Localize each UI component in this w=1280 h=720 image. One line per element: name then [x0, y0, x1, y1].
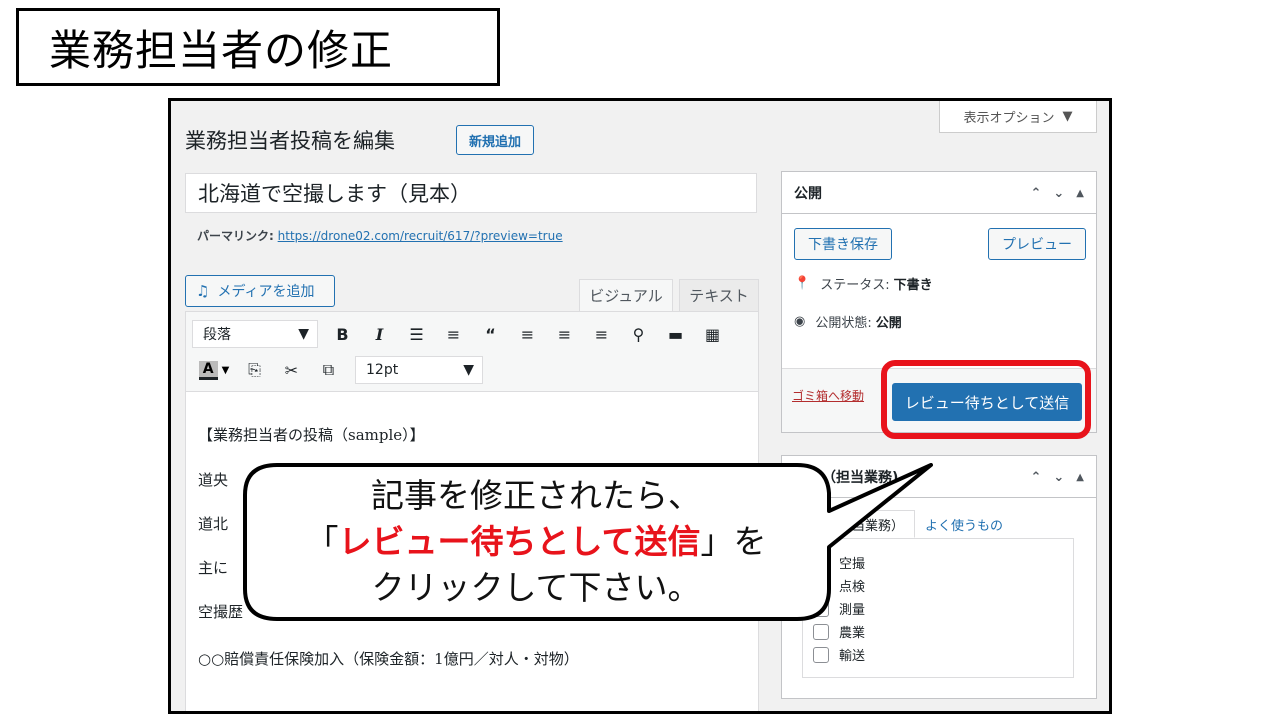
chevron-down-icon[interactable]: ⌄: [1053, 470, 1064, 485]
publish-box-controls: ⌃ ⌄ ▲: [1030, 172, 1084, 214]
add-media-label: メディアを追加: [217, 284, 315, 300]
tab-visual[interactable]: ビジュアル: [579, 279, 673, 312]
content-line: ○○賠償責任保険加入（保険金額：1億円／対人・対物）: [198, 650, 579, 668]
bold-icon[interactable]: B: [324, 320, 361, 348]
visibility-label: 公開状態:: [815, 316, 872, 331]
category-item[interactable]: 農業: [813, 622, 865, 641]
visibility-value: 公開: [875, 316, 902, 331]
collapse-triangle-icon[interactable]: ▲: [1076, 472, 1084, 483]
callout-line-1: 記事を修正されたら、: [371, 476, 701, 515]
cut-icon[interactable]: ✂: [273, 356, 310, 384]
bullet-list-icon[interactable]: ☰: [398, 320, 435, 348]
category-box-controls: ⌃ ⌄ ▲: [1030, 456, 1084, 498]
text-color-button[interactable]: A ▼: [192, 356, 236, 384]
content-line: 道央: [198, 471, 229, 489]
callout-bracket-open: 「: [305, 522, 339, 561]
content-line: 主に: [198, 559, 229, 577]
slide: 業務担当者の修正 表示オプション ▼ 業務担当者投稿を編集 新規追加 北海道で空…: [0, 0, 1280, 720]
chevron-down-icon[interactable]: ⌄: [1053, 186, 1064, 201]
callout-bracket-close: 」を: [700, 522, 767, 561]
page-title: 業務担当者投稿を編集: [185, 129, 395, 153]
paste-text-icon[interactable]: ⎘: [236, 356, 273, 384]
chevron-up-icon[interactable]: ⌃: [1030, 470, 1041, 485]
content-line: 【業務担当者の投稿（sample）】: [198, 426, 425, 444]
visibility-row: ◉ 公開状態: 公開: [794, 312, 902, 331]
align-left-icon[interactable]: ≡: [509, 320, 546, 348]
italic-icon[interactable]: I: [361, 320, 398, 348]
publish-box-title: 公開: [794, 185, 822, 202]
clipboard-icon[interactable]: ⧉: [310, 356, 347, 384]
tab-text[interactable]: テキスト: [679, 279, 759, 312]
preview-button[interactable]: プレビュー: [988, 228, 1086, 260]
font-size-value: 12pt: [366, 362, 399, 378]
align-right-icon[interactable]: ≡: [583, 320, 620, 348]
callout-text: 記事を修正されたら、 「レビュー待ちとして送信」を クリックして下さい。: [241, 473, 831, 611]
status-label: ステータス:: [820, 278, 890, 293]
toolbar-row-1: B I ☰ ≡ “ ≡ ≡ ≡ ⚲ ▬ ▦: [324, 320, 731, 348]
numbered-list-icon[interactable]: ≡: [435, 320, 472, 348]
category-label: 農業: [839, 626, 866, 641]
add-new-button[interactable]: 新規追加: [456, 125, 534, 155]
content-line: 空撮歴: [198, 603, 244, 621]
pin-icon: 📍: [794, 276, 811, 291]
callout-emphasis: レビュー待ちとして送信: [338, 522, 701, 561]
editor-toolbar: 段落 ▼ B I ☰ ≡ “ ≡ ≡ ≡ ⚲ ▬ ▦ A ▼ ⎘ ✂ ⧉ 12p…: [186, 312, 758, 392]
category-item[interactable]: 輸送: [813, 645, 865, 664]
permalink-link[interactable]: https://drone02.com/recruit/617/?preview…: [278, 229, 563, 243]
callout-line-3: クリックして下さい。: [371, 568, 701, 607]
align-center-icon[interactable]: ≡: [546, 320, 583, 348]
checkbox[interactable]: [813, 646, 829, 663]
link-icon[interactable]: ⚲: [620, 320, 657, 348]
status-row: 📍 ステータス: 下書き: [794, 274, 933, 293]
add-media-button[interactable]: ♫ メディアを追加: [185, 275, 335, 307]
permalink-label: パーマリンク:: [197, 229, 274, 243]
eye-icon: ◉: [794, 314, 806, 329]
screen-options-label: 表示オプション: [963, 111, 1055, 126]
checkbox[interactable]: [813, 623, 829, 640]
toolbar-row-2: A ▼ ⎘ ✂ ⧉ 12pt ▼: [192, 356, 483, 384]
collapse-triangle-icon[interactable]: ▲: [1076, 188, 1084, 199]
content-line: 道北: [198, 515, 229, 533]
instruction-callout: 記事を修正されたら、 「レビュー待ちとして送信」を クリックして下さい。: [241, 463, 933, 621]
chevron-up-icon[interactable]: ⌃: [1030, 186, 1041, 201]
media-icon: ♫: [196, 282, 210, 300]
post-title-input[interactable]: 北海道で空撮します（見本）: [185, 173, 757, 213]
caret-down-icon: ▼: [221, 364, 230, 376]
slide-title: 業務担当者の修正: [16, 8, 500, 86]
highlight-frame: [881, 360, 1091, 439]
status-value: 下書き: [893, 278, 933, 293]
wp-editor-screenshot: 表示オプション ▼ 業務担当者投稿を編集 新規追加 北海道で空撮します（見本） …: [168, 98, 1112, 714]
category-label: 輸送: [839, 649, 866, 664]
format-select[interactable]: 段落 ▼: [192, 320, 318, 348]
callout-line-2: 「レビュー待ちとして送信」を: [241, 519, 831, 565]
text-color-icon: A: [198, 360, 218, 380]
chevron-down-icon: ▼: [463, 362, 474, 378]
permalink: パーマリンク: https://drone02.com/recruit/617/…: [197, 227, 563, 244]
font-size-select[interactable]: 12pt ▼: [355, 356, 483, 384]
read-more-icon[interactable]: ▬: [657, 320, 694, 348]
format-select-value: 段落: [203, 327, 231, 343]
save-draft-button[interactable]: 下書き保存: [794, 228, 892, 260]
triangle-down-icon: ▼: [1062, 109, 1073, 124]
screen-options-button[interactable]: 表示オプション ▼: [939, 101, 1097, 133]
move-to-trash-link[interactable]: ゴミ箱へ移動: [792, 387, 864, 404]
blockquote-icon[interactable]: “: [472, 320, 509, 348]
chevron-down-icon: ▼: [298, 326, 309, 342]
toolbar-toggle-icon[interactable]: ▦: [694, 320, 731, 348]
